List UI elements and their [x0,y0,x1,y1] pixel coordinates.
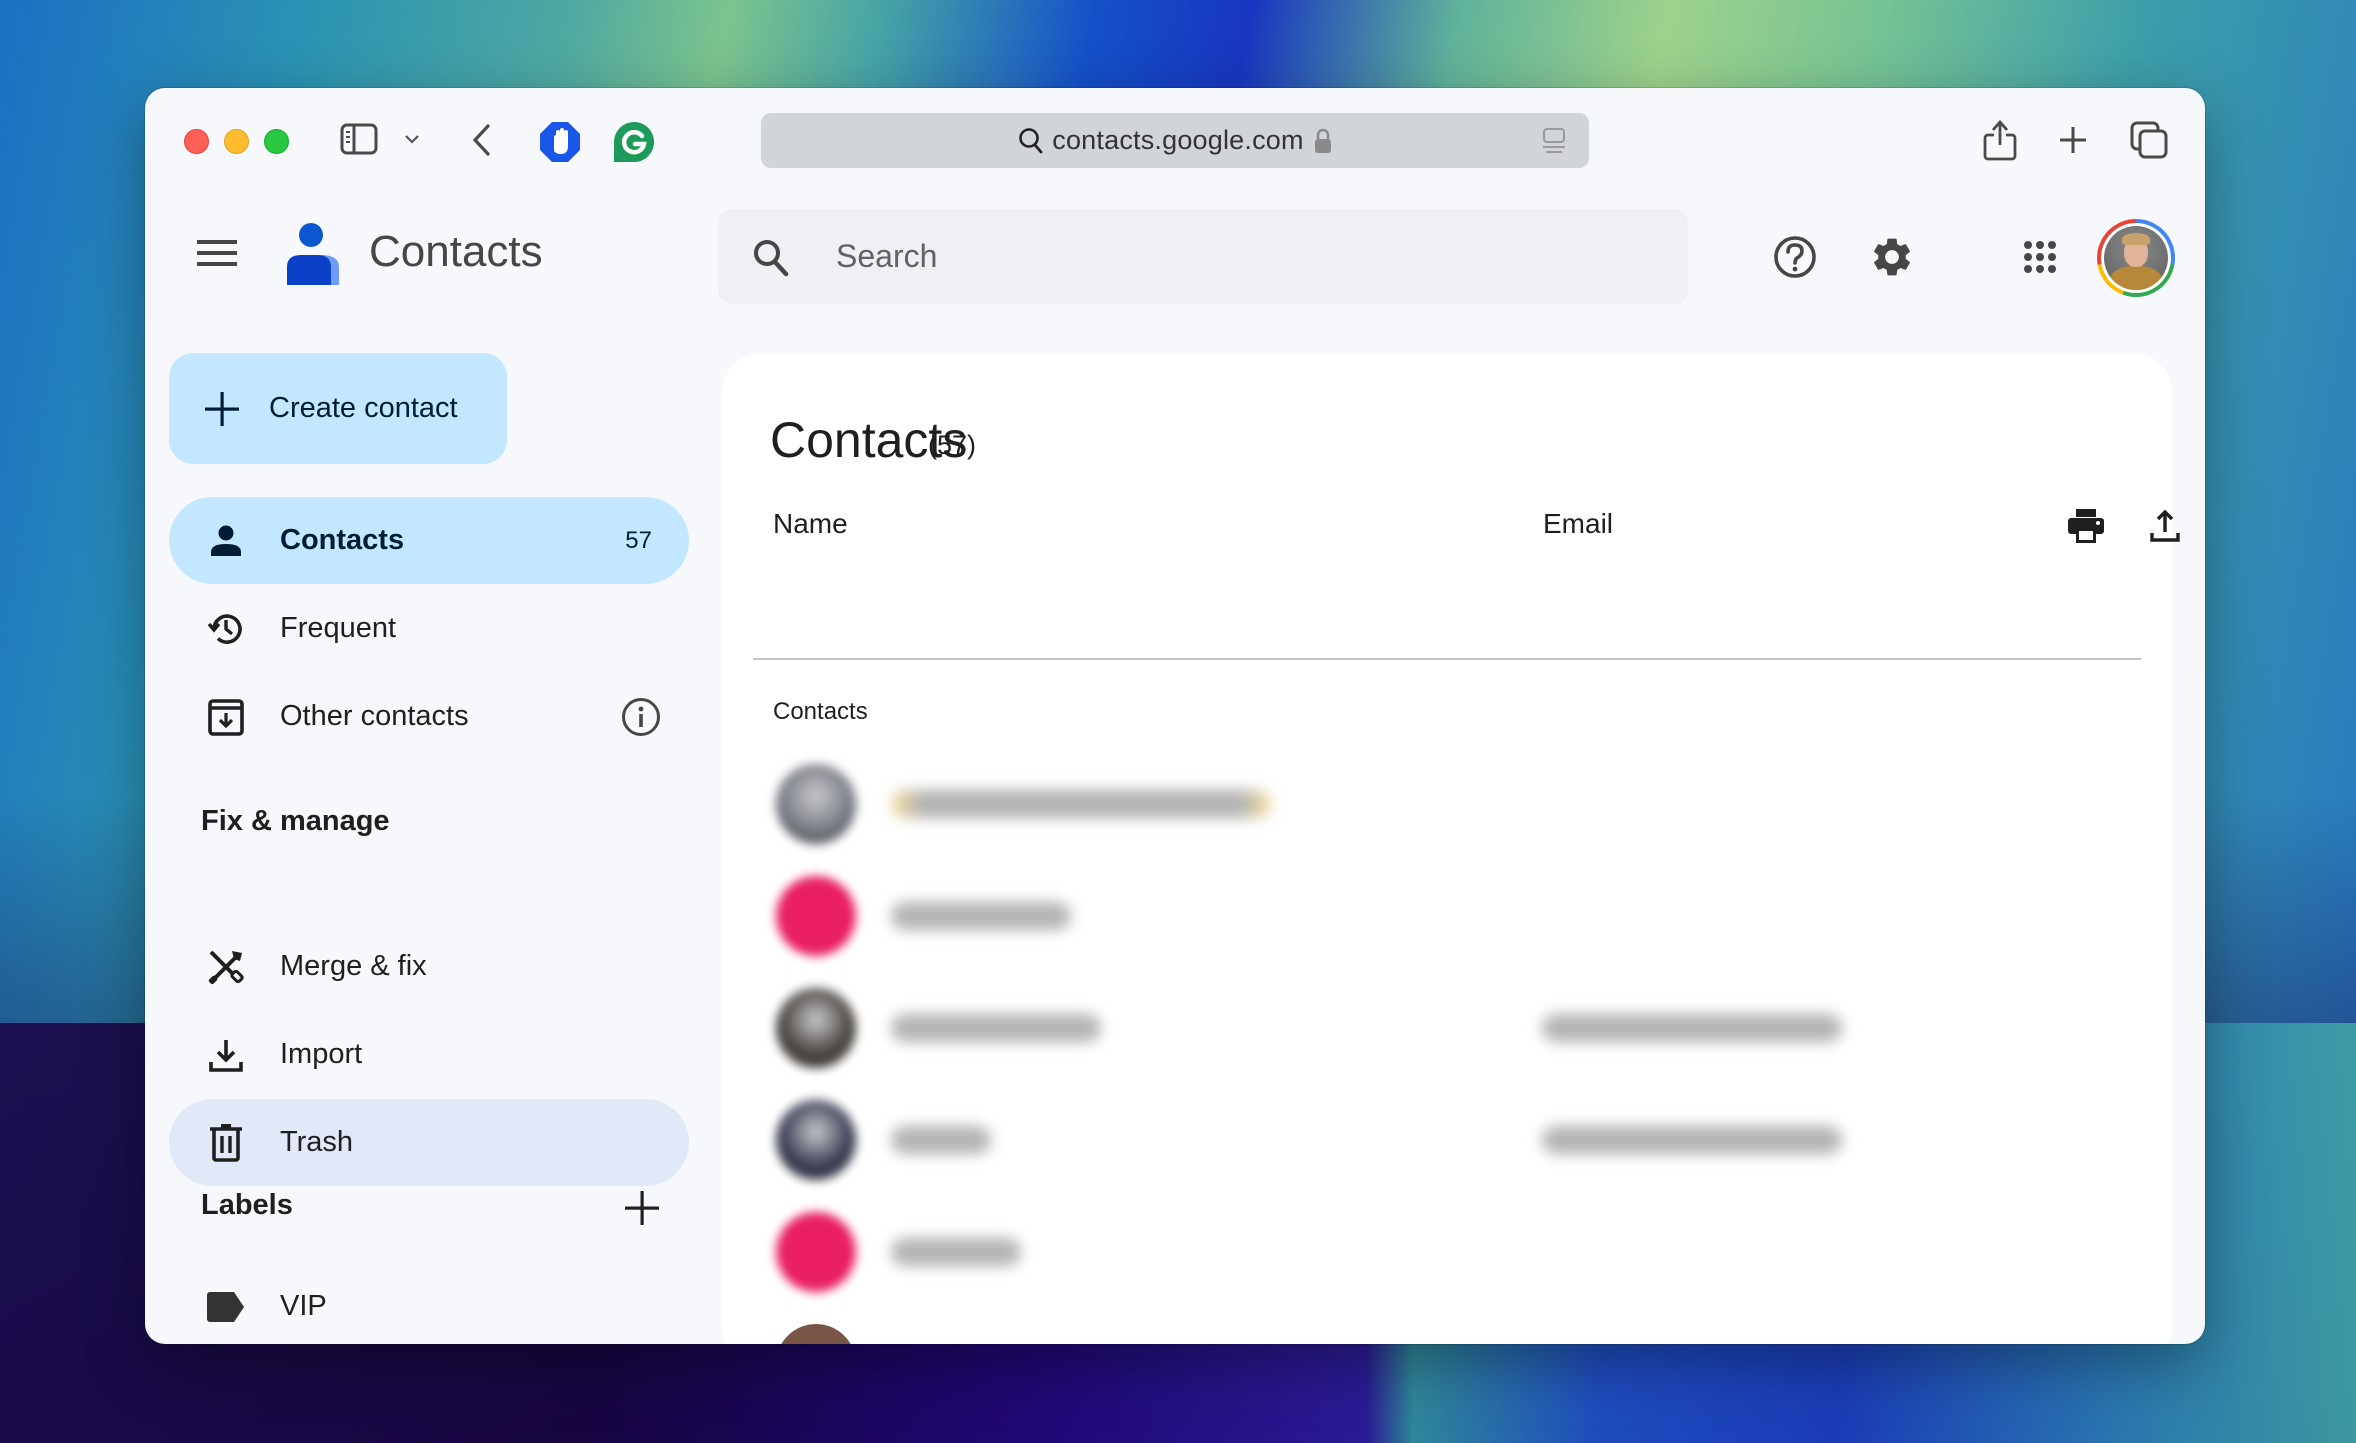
print-icon [2068,509,2104,543]
archive-download-icon [206,697,246,737]
app-title: Contacts [369,227,543,276]
sidebar-item-label: Other contacts [280,700,469,732]
sidebar-item-label: Import [280,1038,363,1070]
sidebar-item-label: Frequent [280,612,397,644]
create-contact-button[interactable]: Create contact [169,353,507,464]
contact-row[interactable]: IInfo Centr v roumingu [722,1308,2142,1344]
menu-icon [197,240,237,266]
redacted-contact-email [1542,1126,1842,1154]
main-menu-button[interactable] [197,239,237,272]
help-button[interactable] [1765,227,1825,287]
contacts-total-count: (57) [928,430,977,460]
export-button[interactable] [2140,501,2190,551]
search-icon[interactable] [753,239,789,277]
contact-avatar [776,876,856,956]
label-icon [206,1287,246,1327]
redacted-contact-name [891,1238,1021,1266]
plus-icon [625,1191,659,1225]
contact-avatar [776,764,856,844]
download-icon [206,1035,246,1075]
print-button[interactable] [2061,501,2111,551]
plus-icon [205,391,239,426]
address-bar[interactable]: contacts.google.com [761,113,1589,168]
contacts-count-badge: 57 [625,526,652,554]
sidebar-item-merge-fix[interactable]: Merge & fix [169,923,689,1010]
column-header-name[interactable]: Name [773,508,848,540]
account-avatar[interactable] [2097,219,2175,297]
contacts-logo-icon [283,221,343,292]
google-apps-button[interactable] [2010,227,2070,287]
adblock-hand-icon[interactable] [539,121,581,163]
labels-heading: Labels [201,1189,293,1221]
section-label-contacts: Contacts [773,698,868,725]
sidebar-item-label: Trash [280,1126,354,1158]
url-search-icon [1019,127,1043,153]
contact-row[interactable] [722,1196,2142,1308]
create-label-button[interactable] [620,1186,664,1230]
back-icon[interactable] [470,123,492,157]
settings-icon [1874,238,1910,276]
contacts-list-panel: Contacts (57) Name Email Contacts IInfo … [722,353,2180,1344]
redacted-contact-name [891,1014,1101,1042]
url-text: contacts.google.com [1052,125,1304,155]
avatar-initial: I [811,1343,822,1345]
export-icon [2150,509,2180,542]
window-minimize-button[interactable] [224,129,249,154]
redacted-contact-email [1542,1014,1842,1042]
sidebar-item-label-vip[interactable]: VIP [169,1263,689,1344]
contact-row[interactable] [722,860,2142,972]
profile-photo [2104,226,2168,290]
contact-row[interactable] [722,1084,2142,1196]
sidebar-item-other-contacts[interactable]: Other contacts [169,673,689,760]
redacted-contact-name [891,790,1271,818]
sidebar-item-label: Contacts [280,524,405,556]
new-tab-icon[interactable] [2058,125,2088,155]
share-icon[interactable] [1983,118,2017,162]
apps-grid-icon [2024,241,2056,273]
info-icon[interactable] [619,695,663,739]
contact-avatar [776,988,856,1068]
sidebar-item-label: VIP [280,1290,327,1322]
help-icon [1774,236,1816,278]
tab-overview-icon[interactable] [2130,121,2168,159]
sidebar-toggle-icon[interactable] [340,123,378,155]
create-contact-label: Create contact [269,392,458,424]
contact-avatar [776,1212,856,1292]
sidebar-item-frequent[interactable]: Frequent [169,585,689,672]
history-icon [206,609,246,649]
header-divider [753,658,2141,660]
reader-mode-icon[interactable] [1541,127,1567,155]
redacted-contact-name [891,1126,991,1154]
contact-avatar: I [776,1324,856,1344]
lock-icon [1314,128,1331,153]
contact-avatar [776,1100,856,1180]
settings-button[interactable] [1862,227,1922,287]
person-icon [206,521,246,561]
column-header-email[interactable]: Email [1543,508,1613,540]
fix-manage-heading: Fix & manage [201,805,390,837]
browser-window: contacts.google.com Contacts Search Crea… [145,88,2205,1344]
sidebar-item-label: Merge & fix [280,950,427,982]
sidebar-item-import[interactable]: Import [169,1011,689,1098]
sidebar-item-contacts[interactable]: Contacts 57 [169,497,689,584]
window-maximize-button[interactable] [264,129,289,154]
search-bar[interactable] [718,209,1688,304]
contact-row[interactable] [722,972,2142,1084]
grammarly-icon[interactable] [613,121,655,163]
contact-row[interactable] [722,748,2142,860]
trash-icon [206,1123,246,1163]
tools-icon [206,947,246,987]
sidebar-item-trash[interactable]: Trash [169,1099,689,1186]
chevron-down-icon[interactable] [404,133,420,145]
redacted-contact-name [891,902,1071,930]
window-close-button[interactable] [184,129,209,154]
search-input[interactable] [836,209,1636,304]
